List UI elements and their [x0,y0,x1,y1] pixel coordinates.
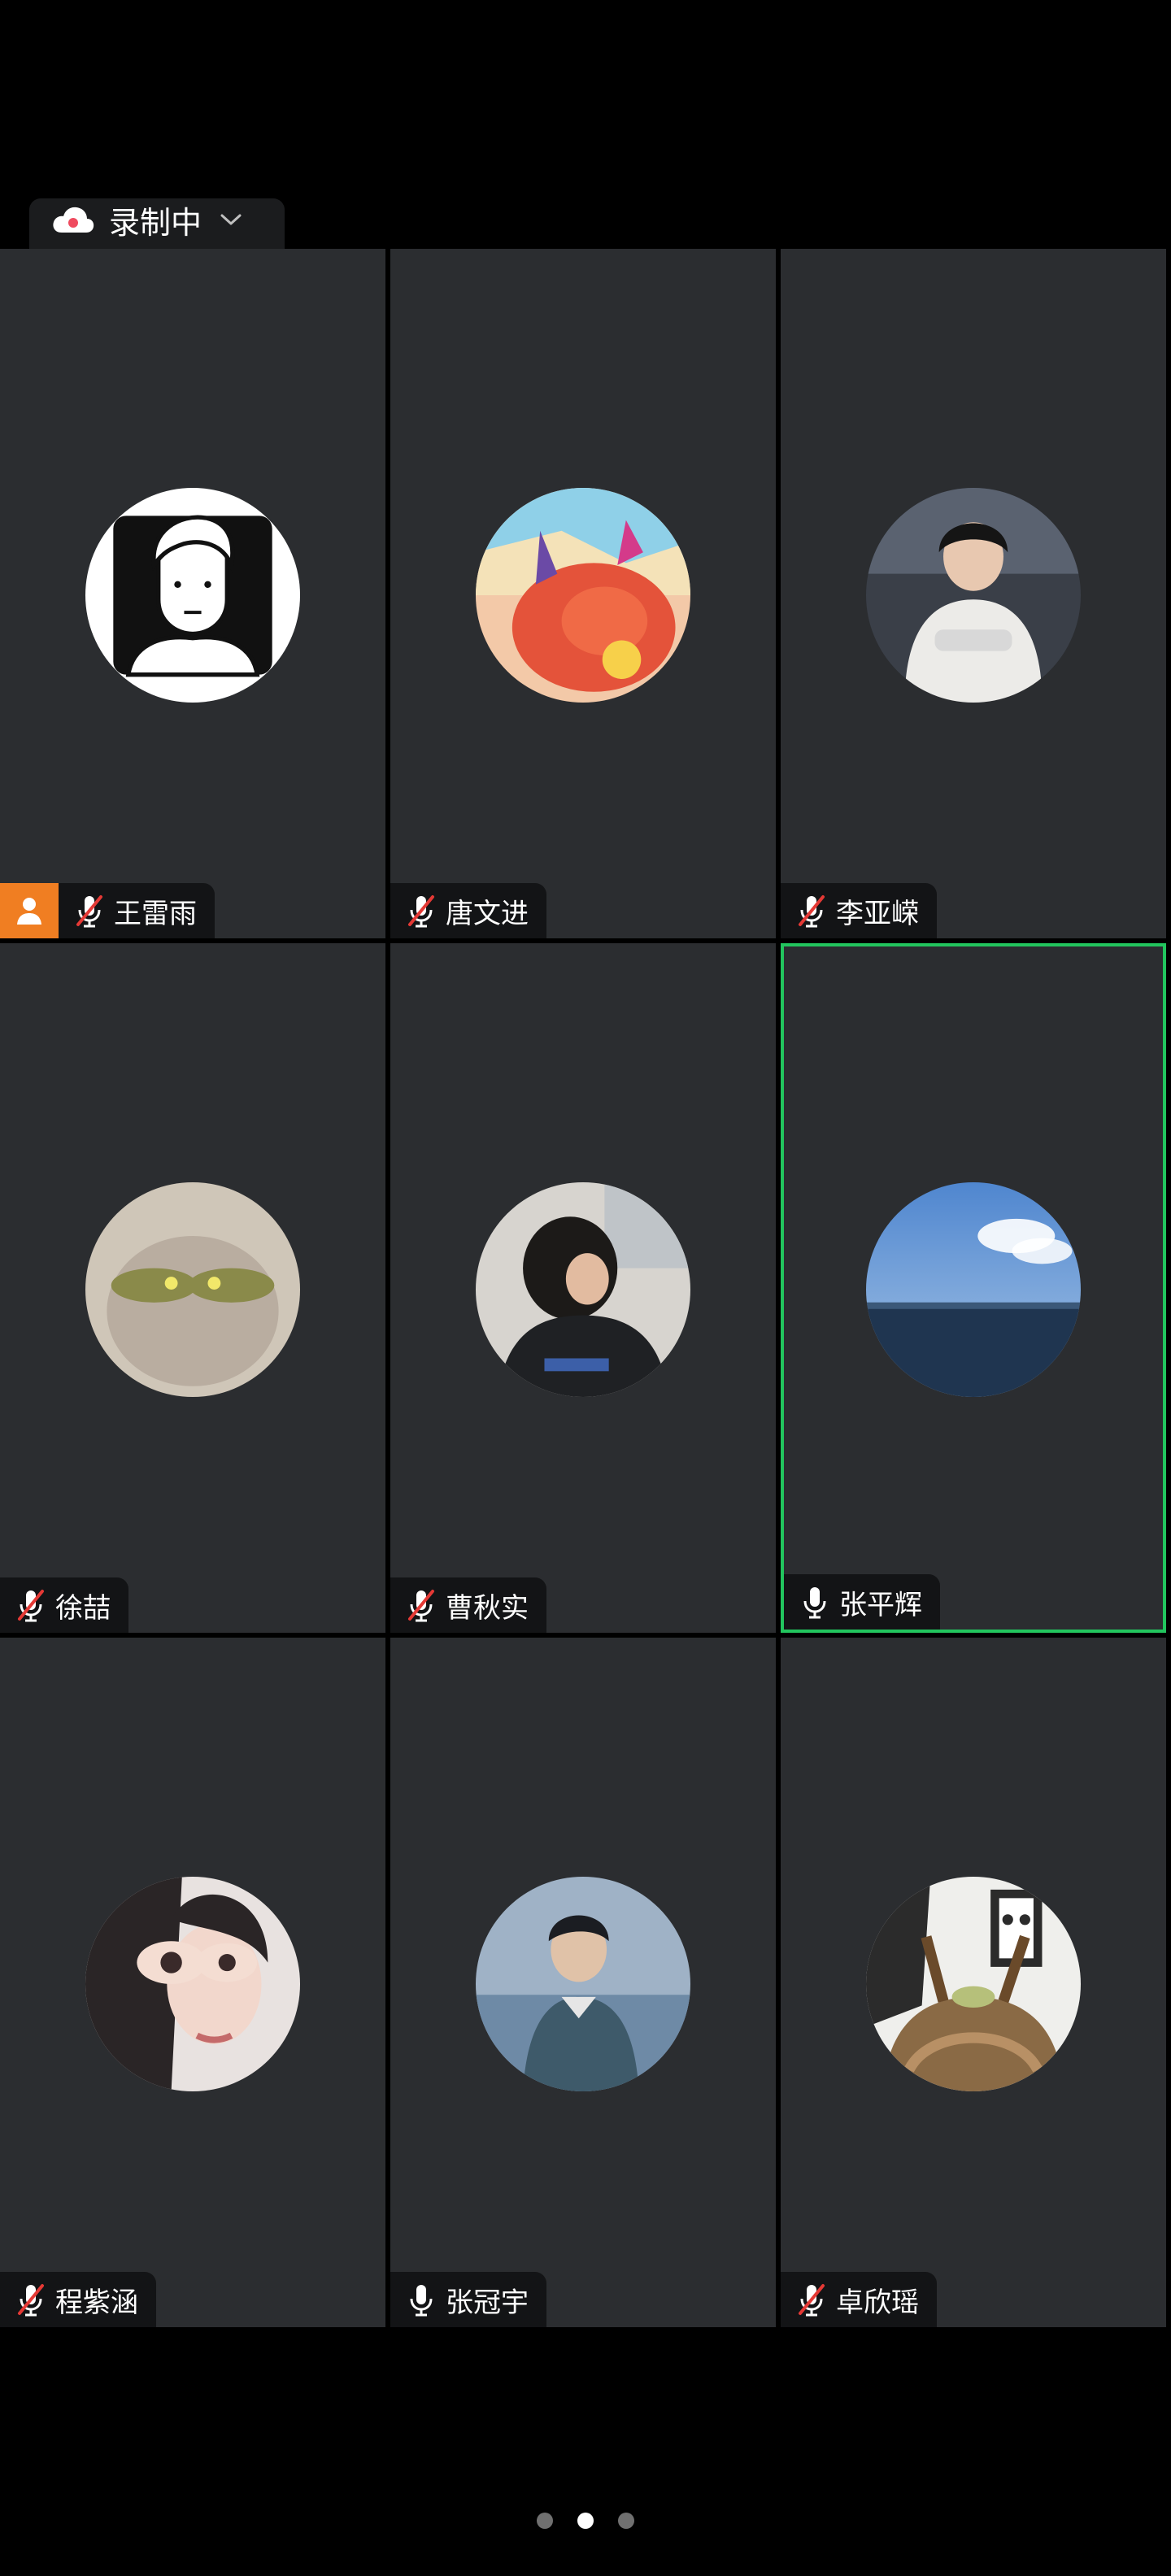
participant-namebar: 唐文进 [390,883,546,938]
avatar-image [85,488,300,703]
avatar-image [866,1182,1081,1397]
participant-tile[interactable]: 王雷雨 [0,249,385,938]
video-grid: 王雷雨 唐文进 李亚嵘 徐喆 曹秋实 张平辉 程紫涵 张冠宇 卓欣瑶 [0,249,1171,2327]
participant-name: 程紫涵 [55,2286,138,2319]
mic-muted-icon [799,2284,825,2317]
chevron-down-icon[interactable] [220,211,242,228]
recording-label: 录制中 [109,204,202,241]
avatar-image [866,488,1081,703]
participant-namebar: 张冠宇 [390,2272,546,2327]
page-indicator[interactable] [0,2513,1171,2529]
recording-indicator[interactable]: 录制中 [50,195,242,244]
avatar-image [476,1182,690,1397]
avatar-image [866,1877,1081,2091]
participant-tile[interactable]: 唐文进 [390,249,776,938]
avatar [866,1877,1081,2091]
participant-name: 李亚嵘 [836,897,919,930]
mic-icon [410,2285,433,2317]
participant-name: 张平辉 [839,1588,922,1621]
participant-name: 徐喆 [55,1591,111,1625]
page-dot[interactable] [537,2513,553,2529]
participant-tile[interactable]: 李亚嵘 [781,249,1166,938]
avatar-image [85,1182,300,1397]
participant-namebar: 曹秋实 [390,1577,546,1633]
person-icon [17,898,41,925]
avatar [866,488,1081,703]
participant-namebar: 程紫涵 [0,2272,156,2327]
mic-muted-icon [18,1590,44,1622]
avatar-image [476,488,690,703]
participant-tile[interactable]: 卓欣瑶 [781,1638,1166,2327]
participant-namebar: 张平辉 [784,1574,940,1630]
participant-namebar: 王雷雨 [0,883,215,938]
participant-name: 曹秋实 [446,1591,529,1625]
avatar-image [476,1877,690,2091]
page-dot-active[interactable] [577,2513,594,2529]
participant-namebar: 卓欣瑶 [781,2272,937,2327]
mic-icon [803,1587,826,1619]
participant-name: 王雷雨 [114,897,197,930]
participant-name: 张冠宇 [446,2286,529,2319]
avatar [85,1877,300,2091]
mic-muted-icon [76,895,102,928]
participant-name: 卓欣瑶 [836,2286,919,2319]
mic-muted-icon [408,1590,434,1622]
mic-muted-icon [408,895,434,928]
participant-name: 唐文进 [446,897,529,930]
participant-tile[interactable]: 曹秋实 [390,943,776,1633]
avatar [866,1182,1081,1397]
cloud-recording-icon [53,207,94,233]
participant-namebar: 李亚嵘 [781,883,937,938]
avatar [476,1877,690,2091]
participant-tile[interactable]: 张冠宇 [390,1638,776,2327]
avatar [476,488,690,703]
participant-tile[interactable]: 程紫涵 [0,1638,385,2327]
participant-tile[interactable]: 徐喆 [0,943,385,1633]
bottom-bar [0,2327,1171,2576]
avatar [476,1182,690,1397]
avatar [85,488,300,703]
avatar [85,1182,300,1397]
participant-namebar: 徐喆 [0,1577,128,1633]
host-badge [0,883,59,938]
participant-tile-active-speaker[interactable]: 张平辉 [781,943,1166,1633]
mic-muted-icon [799,895,825,928]
avatar-image [85,1877,300,2091]
mic-muted-icon [18,2284,44,2317]
meeting-screen: 录制中 王雷雨 唐文进 李亚嵘 徐喆 曹秋实 张平辉 程紫涵 张冠宇 卓欣瑶 [0,0,1171,2576]
page-dot[interactable] [618,2513,634,2529]
